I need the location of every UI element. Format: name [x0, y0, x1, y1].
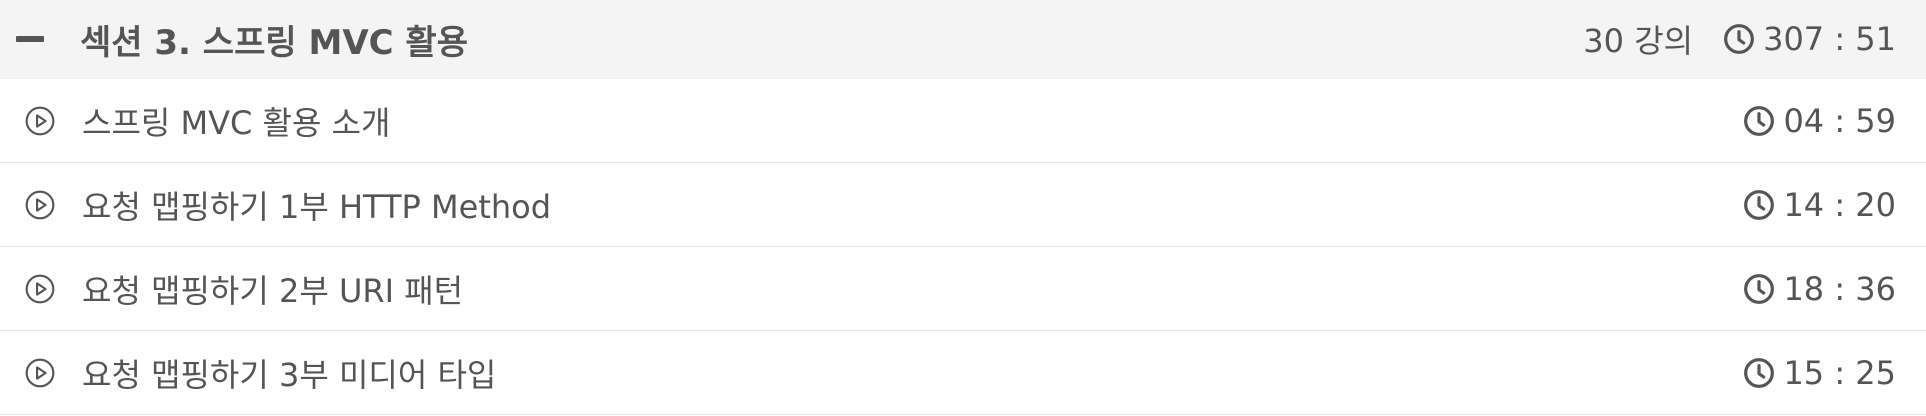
lecture-duration-text: 04 : 59 [1783, 101, 1896, 140]
lecture-duration-text: 15 : 25 [1783, 353, 1896, 392]
play-circle-icon [25, 106, 55, 135]
lecture-row[interactable]: 요청 맵핑하기 1부 HTTP Method 14 : 20 [0, 163, 1926, 247]
minus-icon[interactable] [16, 36, 44, 42]
section-header[interactable]: 섹션 3. 스프링 MVC 활용 30 강의 307 : 51 [0, 0, 1926, 79]
clock-icon [1744, 105, 1775, 136]
clock-icon [1744, 357, 1775, 388]
play-circle-icon [25, 274, 55, 303]
lecture-list: 스프링 MVC 활용 소개 04 : 59 요청 맵핑하기 1부 HTTP Me… [0, 79, 1926, 415]
lecture-duration: 14 : 20 [1743, 186, 1896, 224]
lecture-count: 30 강의 [1583, 22, 1694, 60]
lecture-row[interactable]: 요청 맵핑하기 3부 미디어 타입 15 : 25 [0, 331, 1926, 415]
play-circle-icon [25, 358, 55, 387]
total-duration-text: 307 : 51 [1763, 20, 1896, 58]
lecture-title: 스프링 MVC 활용 소개 [82, 103, 391, 142]
lecture-row[interactable]: 스프링 MVC 활용 소개 04 : 59 [0, 79, 1926, 163]
lecture-row[interactable]: 요청 맵핑하기 2부 URI 패턴 18 : 36 [0, 247, 1926, 331]
lecture-duration: 18 : 36 [1743, 270, 1896, 308]
section-meta: 30 강의 307 : 51 [1583, 16, 1896, 62]
lecture-duration: 04 : 59 [1743, 102, 1896, 140]
curriculum-section: 섹션 3. 스프링 MVC 활용 30 강의 307 : 51 스프링 MVC … [0, 0, 1926, 416]
clock-icon [1744, 189, 1775, 220]
lecture-title: 요청 맵핑하기 2부 URI 패턴 [82, 271, 464, 310]
lecture-duration-text: 18 : 36 [1783, 269, 1896, 308]
lecture-title: 요청 맵핑하기 3부 미디어 타입 [82, 355, 497, 394]
lecture-title: 요청 맵핑하기 1부 HTTP Method [82, 187, 552, 226]
play-circle-icon [25, 190, 55, 219]
clock-icon [1724, 24, 1755, 54]
clock-icon [1744, 273, 1775, 304]
lecture-duration-text: 14 : 20 [1783, 185, 1896, 224]
section-title: 섹션 3. 스프링 MVC 활용 [80, 22, 468, 63]
lecture-duration: 15 : 25 [1743, 354, 1896, 392]
section-total-duration: 307 : 51 [1723, 20, 1896, 58]
